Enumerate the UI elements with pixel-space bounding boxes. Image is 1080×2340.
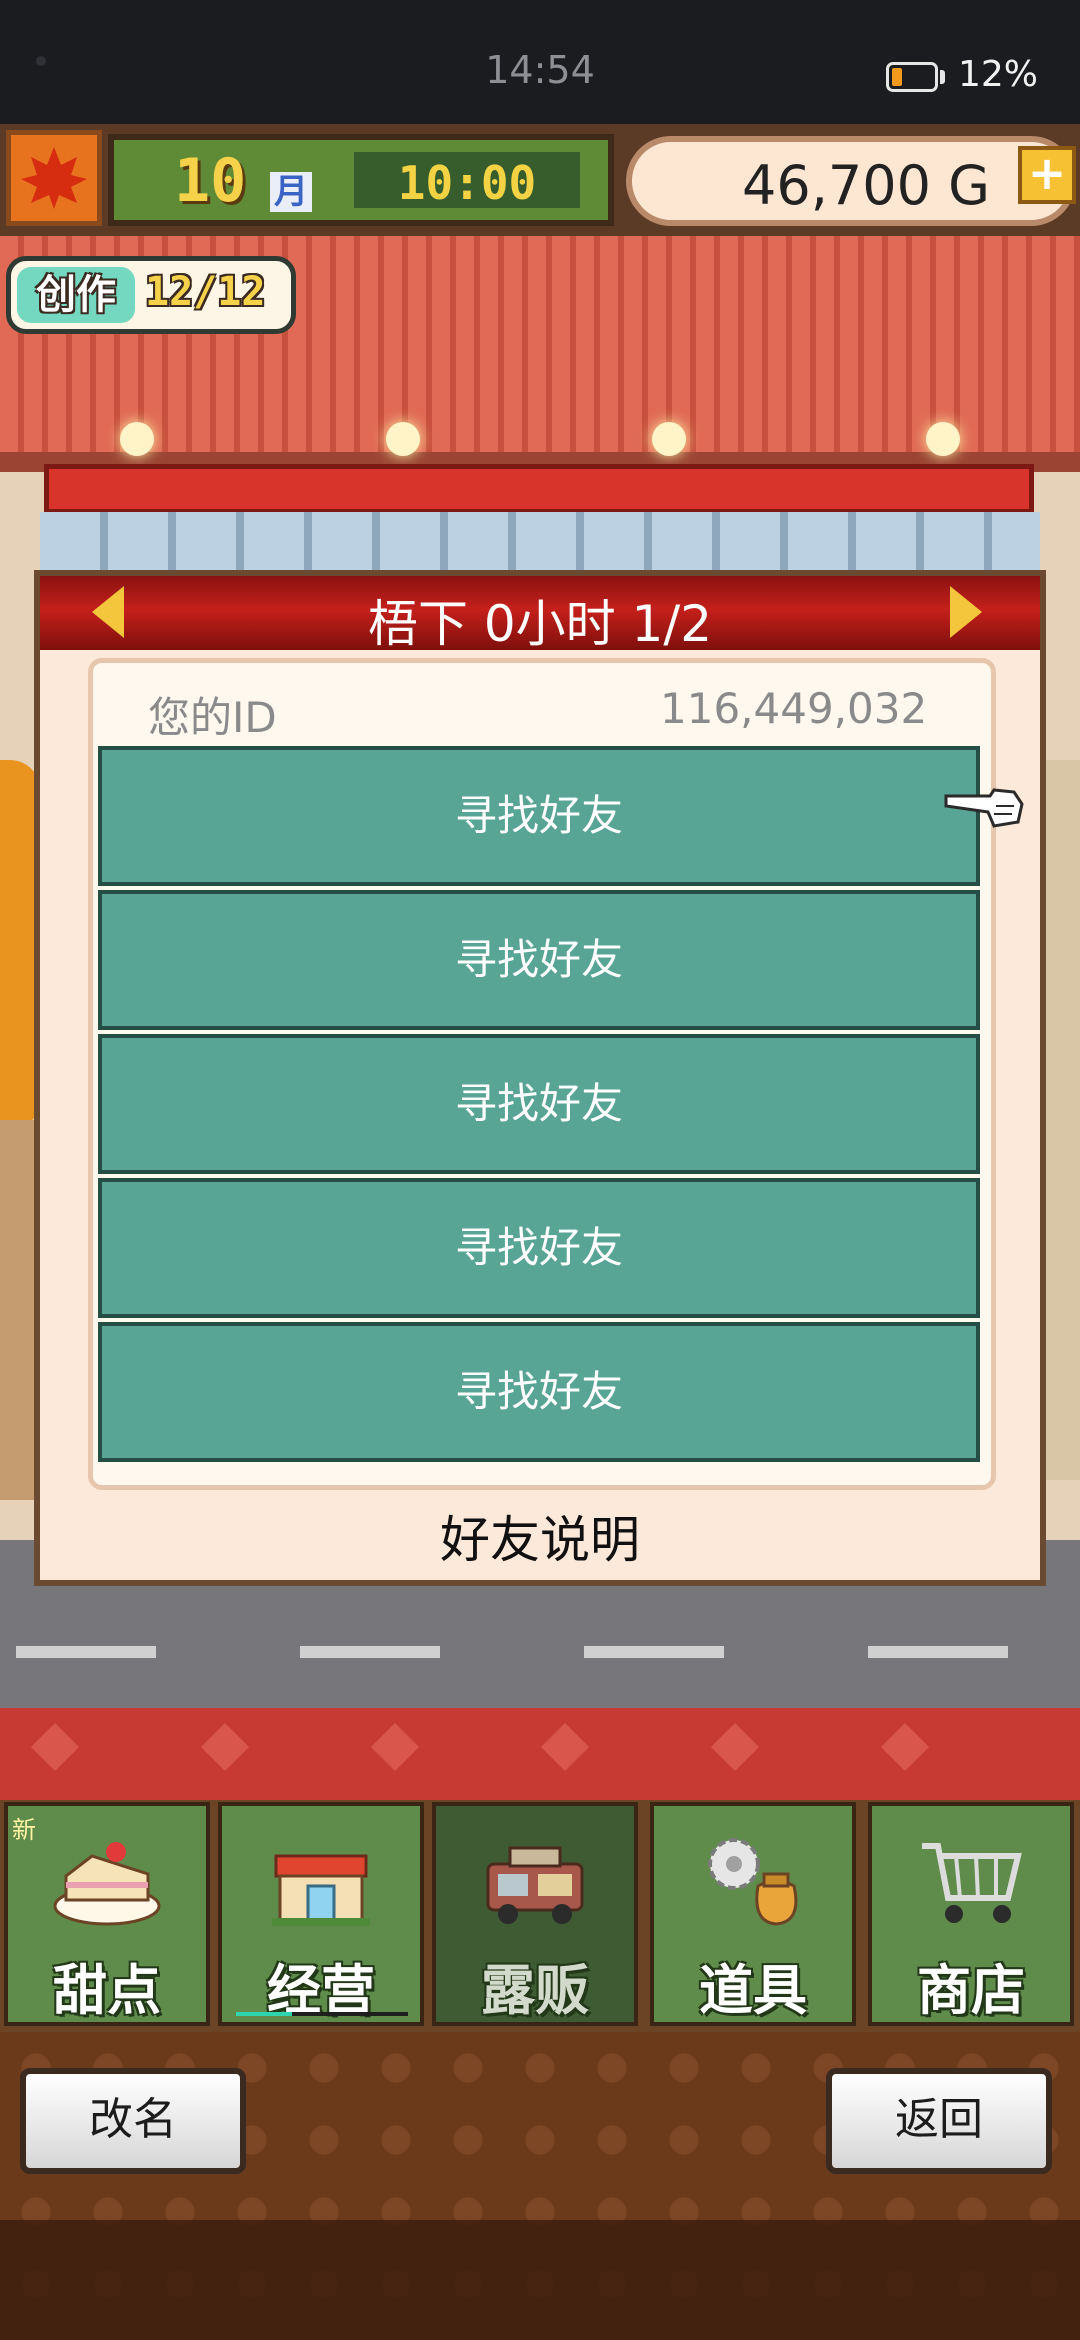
- nav-label: 甜点: [53, 1959, 161, 2022]
- battery-tip: [940, 70, 945, 84]
- creation-label: 创作: [17, 267, 135, 323]
- cart-icon: [922, 1843, 1022, 1923]
- hand-pointer-icon: [944, 788, 1024, 828]
- prev-arrow-icon[interactable]: [92, 586, 124, 638]
- month-number: 10: [174, 146, 247, 216]
- month-unit: 月: [270, 172, 312, 212]
- nav-label: 道具: [699, 1959, 807, 2022]
- money-panel: 46,700 G: [626, 136, 1076, 226]
- lane-marking: [16, 1646, 156, 1658]
- friend-slots: 寻找好友 寻找好友 寻找好友 寻找好友 寻找好友: [98, 746, 980, 1466]
- new-badge: 新: [12, 1816, 36, 1844]
- lamp-bulb: [926, 422, 960, 456]
- nav-item-store[interactable]: 商店: [868, 1802, 1074, 2026]
- friend-help-link[interactable]: 好友说明: [40, 1500, 1040, 1572]
- clock-box: 10:00: [354, 152, 580, 210]
- money-amount: 46,700 G: [742, 154, 990, 217]
- shop-icon: [272, 1854, 370, 1926]
- battery-fill: [892, 68, 902, 86]
- find-friend-button[interactable]: 寻找好友: [98, 746, 980, 886]
- find-friend-button[interactable]: 寻找好友: [98, 1322, 980, 1462]
- battery-percent: 12%: [958, 54, 1039, 95]
- building-wall: [1040, 760, 1080, 1480]
- nav-item-items[interactable]: 道具: [650, 1802, 856, 2026]
- nav-underline-accent: [236, 2012, 292, 2016]
- find-friend-button[interactable]: 寻找好友: [98, 1178, 980, 1318]
- lane-marking: [300, 1646, 440, 1658]
- cake-icon: [53, 1842, 161, 1926]
- gear-bag-icon: [708, 1838, 798, 1926]
- nav-item-manage[interactable]: 经营: [218, 1802, 424, 2026]
- nav-label: 露贩: [481, 1959, 589, 2022]
- footer-shade: [0, 2220, 1080, 2340]
- clock-time: 10:00: [397, 156, 537, 210]
- nav-item-desserts[interactable]: 新 甜点: [4, 1802, 210, 2026]
- food-truck-icon: [486, 1846, 584, 1924]
- lamp-bulb: [386, 422, 420, 456]
- your-id-value: 116,449,032: [660, 684, 928, 733]
- back-button[interactable]: 返回: [826, 2068, 1052, 2174]
- nav-label: 商店: [917, 1959, 1025, 2022]
- creation-count: 12/12: [145, 269, 266, 315]
- lane-marking: [868, 1646, 1008, 1658]
- battery-icon: [886, 62, 938, 92]
- rename-button[interactable]: 改名: [20, 2068, 246, 2174]
- your-id-label: 您的ID: [148, 693, 277, 742]
- maple-leaf-icon[interactable]: [6, 130, 102, 226]
- shop-window: [40, 512, 1040, 572]
- next-arrow-icon[interactable]: [950, 586, 982, 638]
- nav-item-food-truck[interactable]: 露贩: [432, 1802, 638, 2026]
- date-panel: 10 月 10:00: [108, 134, 614, 226]
- lamp-bulb: [652, 422, 686, 456]
- lane-marking: [584, 1646, 724, 1658]
- shop-sign: [44, 464, 1034, 514]
- find-friend-button[interactable]: 寻找好友: [98, 890, 980, 1030]
- add-money-button[interactable]: +: [1018, 146, 1076, 204]
- dialog-title: 梧下 0小时 1/2: [367, 595, 713, 653]
- creation-badge[interactable]: 创作 12/12: [6, 256, 296, 334]
- lamp-bulb: [120, 422, 154, 456]
- find-friend-button[interactable]: 寻找好友: [98, 1034, 980, 1174]
